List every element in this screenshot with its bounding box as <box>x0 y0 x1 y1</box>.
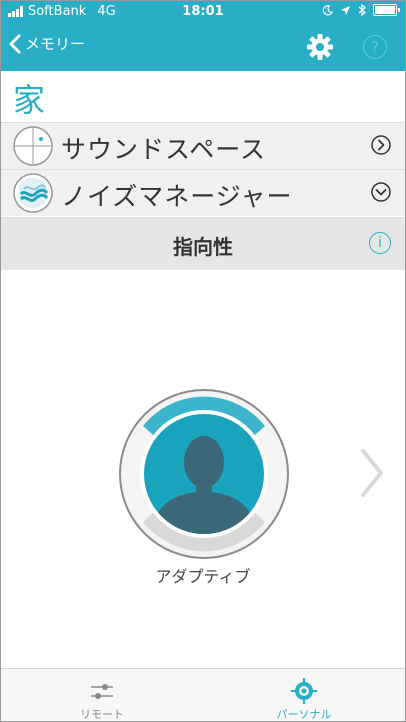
info-icon[interactable]: i <box>369 232 391 254</box>
sound-space-icon <box>13 126 53 166</box>
status-right <box>322 4 400 16</box>
tab-personal-label: パーソナル <box>276 708 332 721</box>
navigation-bar: メモリー ? <box>1 23 405 71</box>
tab-personal[interactable]: パーソナル <box>203 669 405 721</box>
noise-manager-label: ノイズマネージャー <box>61 182 293 211</box>
bluetooth-icon <box>358 4 366 16</box>
moon-icon <box>322 4 333 15</box>
top-bar: SoftBank 4G 18:01 メモリー ? <box>1 1 405 71</box>
directivity-dial[interactable] <box>118 388 290 560</box>
directivity-header: 指向性 i <box>1 217 405 270</box>
sound-space-label: サウンドスペース <box>61 135 267 164</box>
back-button[interactable]: メモリー <box>9 33 85 54</box>
back-label: メモリー <box>25 35 86 53</box>
gear-icon[interactable] <box>306 33 334 61</box>
location-arrow-icon <box>340 5 351 15</box>
page-title: 家 <box>13 81 46 119</box>
battery-icon <box>373 4 400 16</box>
chevron-down-circle-icon[interactable] <box>371 182 391 202</box>
tab-remote-label: リモート <box>80 708 124 721</box>
sliders-icon <box>91 684 113 699</box>
noise-manager-row[interactable]: ノイズマネージャー <box>1 169 405 216</box>
tab-bar: リモート パーソナル <box>1 668 405 721</box>
help-icon[interactable]: ? <box>363 35 387 59</box>
noise-manager-icon <box>13 173 53 213</box>
sound-space-row[interactable]: サウンドスペース <box>1 122 405 169</box>
tab-remote[interactable]: リモート <box>1 669 203 721</box>
mode-label: アダプティブ <box>155 567 251 586</box>
chevron-right-circle-icon[interactable] <box>371 135 391 155</box>
directivity-label: 指向性 <box>173 235 233 259</box>
app-frame: SoftBank 4G 18:01 メモリー ? 家 サウンドスペース ノイズマ… <box>0 0 406 722</box>
back-chevron-icon <box>9 34 21 53</box>
status-bar: SoftBank 4G 18:01 <box>1 1 405 23</box>
next-mode-arrow-icon[interactable] <box>359 447 385 499</box>
personal-target-icon <box>291 678 317 704</box>
